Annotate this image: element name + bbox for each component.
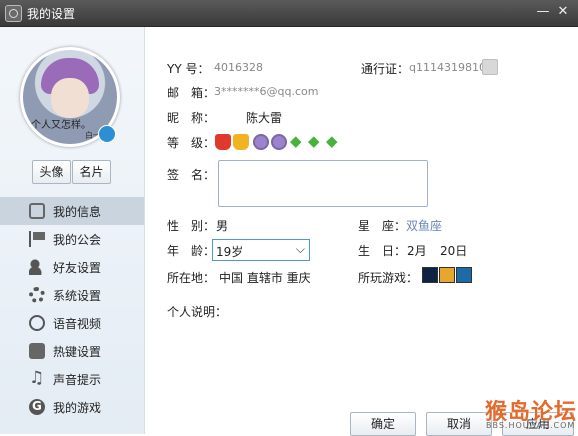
yy-label: YY 号： — [167, 62, 210, 76]
sidebar-item-label: 系统设置 — [53, 289, 102, 303]
lol-game-icon[interactable] — [422, 267, 438, 283]
sidebar: 个人又怎样。 白一 头像 名片 我的信息 我的公会 好友设置 系统设置 语音视频… — [0, 27, 145, 434]
avatar[interactable]: 个人又怎样。 白一 — [20, 47, 120, 147]
profile-panel: YY 号： 4016328 通行证： q1114319810 邮 箱： 3***… — [145, 27, 578, 436]
friends-icon — [29, 259, 45, 275]
yy-value: 4016328 — [214, 61, 263, 74]
minimize-button[interactable]: — — [534, 3, 552, 21]
info-icon — [29, 203, 45, 219]
game-icon[interactable] — [439, 267, 455, 283]
ok-button[interactable]: 确定 — [350, 412, 416, 436]
signature-label: 签 名： — [167, 168, 216, 182]
zodiac-label: 星 座： — [358, 219, 407, 233]
flag-icon — [29, 231, 47, 247]
gender-value: 男 — [216, 219, 229, 233]
birthday-label: 生 日： — [358, 244, 407, 258]
sidebar-item-my-guild[interactable]: 我的公会 — [0, 225, 144, 253]
avatar-caption: 个人又怎样。 — [31, 120, 91, 131]
sidebar-item-label: 语音视频 — [53, 317, 102, 331]
crown-icon — [215, 134, 231, 150]
sidebar-item-label: 我的信息 — [53, 205, 102, 219]
card-tab-button[interactable]: 名片 — [72, 160, 111, 184]
crown-icon — [233, 134, 249, 150]
close-button[interactable]: ✕ — [554, 3, 572, 21]
description-label: 个人说明： — [167, 305, 228, 319]
gear-icon — [29, 287, 45, 303]
window-title: 我的设置 — [27, 7, 76, 21]
music-note-icon — [29, 368, 45, 388]
chevron-down-icon: ⌵ — [295, 242, 305, 256]
sidebar-item-label: 我的公会 — [53, 233, 102, 247]
birthday-day: 20日 — [440, 244, 468, 258]
game-icon — [29, 399, 45, 415]
sidebar-item-voice-video[interactable]: 语音视频 — [0, 309, 144, 337]
sidebar-item-label: 我的游戏 — [53, 401, 102, 415]
avatar-tab-button[interactable]: 头像 — [32, 160, 71, 184]
location-label: 所在地： — [167, 271, 216, 285]
level-label: 等 级： — [167, 136, 216, 150]
bird-badge-icon — [98, 125, 116, 143]
sidebar-item-sound-alerts[interactable]: 声音提示 — [0, 365, 144, 393]
sidebar-item-label: 声音提示 — [53, 373, 102, 387]
sidebar-item-label: 好友设置 — [53, 261, 102, 275]
title-bar: 我的设置 — ✕ — [0, 0, 578, 27]
moon-icon — [253, 134, 269, 150]
voice-icon — [29, 315, 45, 331]
games-label: 所玩游戏： — [358, 271, 419, 285]
gender-label: 性 别： — [167, 219, 216, 233]
passport-value: q1114319810 — [409, 61, 486, 74]
edit-icon[interactable] — [482, 59, 498, 75]
game-icon[interactable] — [456, 267, 472, 283]
email-value: 3*******6@qq.com — [214, 85, 319, 98]
cancel-button[interactable]: 取消 — [426, 412, 492, 436]
sidebar-item-friend-settings[interactable]: 好友设置 — [0, 253, 144, 281]
age-label: 年 龄： — [167, 244, 216, 258]
location-value: 中国 直辖市 重庆 — [219, 271, 311, 285]
moon-icon — [271, 134, 287, 150]
email-label: 邮 箱： — [167, 86, 216, 100]
signature-input[interactable] — [218, 160, 428, 207]
birthday-month: 2月 — [407, 244, 427, 258]
app-icon — [5, 5, 22, 22]
nickname-label: 昵 称： — [167, 111, 216, 125]
watermark-subtitle: BBS.HOUDAO.COM — [486, 421, 576, 430]
star-icon — [289, 132, 305, 150]
nickname-value: 陈大雷 — [246, 111, 283, 125]
age-select-value: 19岁 — [216, 245, 244, 259]
age-select[interactable]: 19岁 ⌵ — [212, 239, 310, 261]
star-icon — [325, 132, 341, 150]
passport-label: 通行证： — [361, 62, 410, 76]
avatar-face — [51, 78, 89, 118]
star-icon — [307, 132, 323, 150]
hotkey-icon — [29, 343, 45, 359]
sidebar-item-label: 热键设置 — [53, 345, 102, 359]
sidebar-item-my-info[interactable]: 我的信息 — [0, 197, 144, 225]
zodiac-value: 双鱼座 — [406, 219, 443, 233]
sidebar-item-system-settings[interactable]: 系统设置 — [0, 281, 144, 309]
sidebar-item-hotkey-settings[interactable]: 热键设置 — [0, 337, 144, 365]
sidebar-item-my-games[interactable]: 我的游戏 — [0, 393, 144, 421]
